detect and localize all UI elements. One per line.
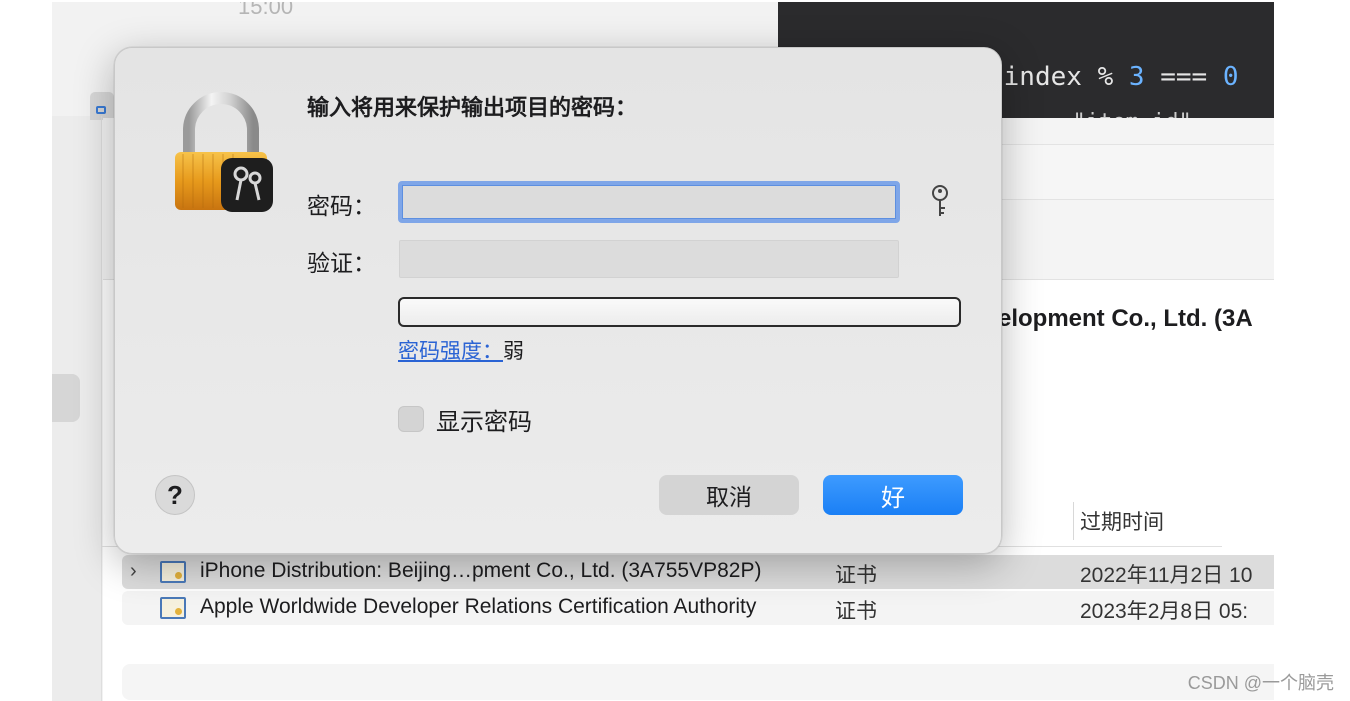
key-icon (932, 185, 948, 216)
keychain-lock-icon (175, 92, 273, 212)
screen: 15:00 "index % 3 === 0 "item-id" 搜 elopm… (0, 0, 1350, 701)
background-time: 15:00 (238, 2, 294, 19)
dialog-title: 输入将用来保护输出项目的密码： (307, 95, 638, 120)
show-password-checkbox[interactable] (398, 406, 424, 432)
table-row[interactable]: › iPhone Distribution: Beijing…pment Co.… (122, 555, 1274, 589)
password-strength-link[interactable]: 密码强度： (398, 340, 503, 363)
sidebar (52, 116, 102, 701)
sidebar-selected-item[interactable] (52, 374, 80, 422)
password-assistant-button[interactable] (927, 184, 953, 222)
certificate-title: elopment Co., Ltd. (3A (998, 305, 1253, 332)
row-expires: 2022年11月2日 10 (1080, 564, 1253, 587)
show-password-toggle[interactable]: 显示密码 (398, 403, 532, 436)
row-kind: 证书 (835, 564, 877, 587)
verify-label: 验证： (307, 250, 376, 276)
help-button[interactable]: ? (155, 475, 195, 515)
column-header-expires[interactable]: 过期时间 (1073, 502, 1273, 540)
sidebar-tab[interactable] (90, 92, 114, 120)
row-kind: 证书 (835, 600, 877, 623)
disclosure-chevron-icon[interactable]: › (130, 560, 137, 583)
password-strength-text: 密码强度：弱 (398, 335, 524, 365)
tab-icon (96, 106, 106, 114)
password-strength-value: 弱 (503, 340, 524, 363)
ok-button[interactable]: 好 (823, 475, 963, 515)
table-row[interactable]: Apple Worldwide Developer Relations Cert… (122, 591, 1274, 625)
certificate-icon (160, 561, 186, 583)
status-bar (122, 664, 1274, 700)
show-password-label: 显示密码 (436, 408, 532, 436)
verify-input[interactable] (399, 240, 899, 278)
row-name: iPhone Distribution: Beijing…pment Co., … (200, 559, 762, 582)
code-line-2: "item-id" (1046, 110, 1191, 118)
password-label: 密码： (307, 193, 376, 219)
certificate-icon (160, 597, 186, 619)
password-strength-meter (398, 297, 961, 327)
row-expires: 2023年2月8日 05: (1080, 600, 1249, 623)
cancel-button[interactable]: 取消 (659, 475, 799, 515)
export-password-dialog: 输入将用来保护输出项目的密码： 密码： 验证： 密码强度：弱 显示密码 ? 取消 (114, 47, 1002, 554)
watermark: CSDN @一个脑壳 (1187, 673, 1334, 693)
row-name: Apple Worldwide Developer Relations Cert… (200, 595, 757, 618)
password-input[interactable] (398, 181, 900, 223)
divider (101, 116, 102, 701)
code-line: "index % 3 === 0 (988, 62, 1239, 92)
